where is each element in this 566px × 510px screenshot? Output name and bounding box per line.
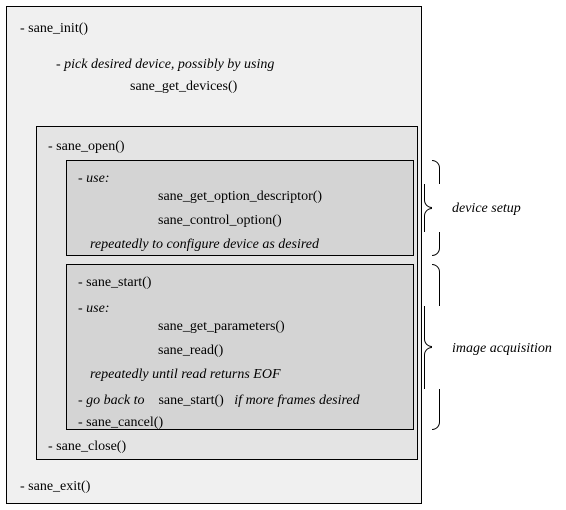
image-acq-use: - use: [78,302,110,316]
close-text: - sane_close() [48,440,126,454]
label-image-acquisition: image acquisition [452,342,552,356]
goback-post: if more frames desired [234,393,359,408]
image-acq-goback: - go back to sane_start() if more frames… [78,394,360,408]
goback-fn: sane_start() [158,393,223,408]
label-device-setup: device setup [452,202,521,216]
open-text: - sane_open() [48,140,125,154]
device-setup-fn1: sane_get_option_descriptor() [158,190,322,204]
goback-pre: - go back to [78,393,144,408]
brace-image-acquisition [424,264,440,430]
image-acq-note: repeatedly until read returns EOF [90,368,281,382]
image-acq-fn1: sane_get_parameters() [158,320,285,334]
device-setup-fn2: sane_control_option() [158,214,282,228]
brace-device-setup [424,160,440,256]
image-acq-fn2: sane_read() [158,344,223,358]
device-setup-note: repeatedly to configure device as desire… [90,238,319,252]
image-acq-start: - sane_start() [78,276,151,290]
pick-device-line1: - pick desired device, possibly by using [56,58,274,72]
pick-device-fn: sane_get_devices() [130,80,237,94]
device-setup-use: - use: [78,172,110,186]
init-text: - sane_init() [20,22,88,36]
image-acq-cancel: - sane_cancel() [78,416,163,430]
exit-text: - sane_exit() [20,480,90,494]
